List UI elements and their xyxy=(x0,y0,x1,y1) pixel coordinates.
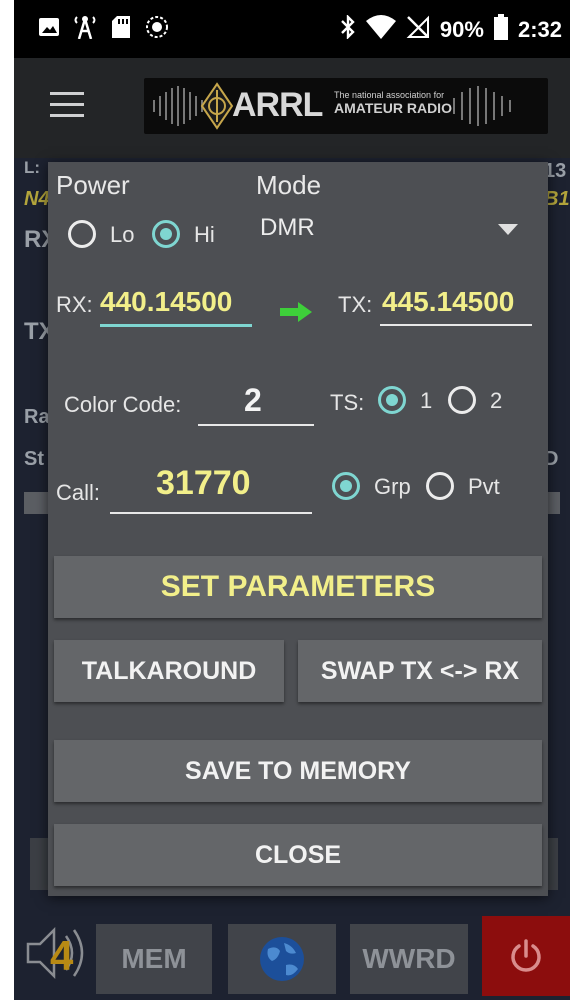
power-lo-label[interactable]: Lo xyxy=(110,222,134,248)
call-private-radio[interactable] xyxy=(426,472,454,500)
rx-frequency-input[interactable]: 440.14500 xyxy=(100,286,232,318)
ts-2-radio[interactable] xyxy=(448,386,476,414)
battery-percent: 90% xyxy=(439,17,484,42)
clock: 2:32 xyxy=(517,17,562,42)
mode-dropdown[interactable]: DMR xyxy=(258,212,518,248)
save-to-memory-button[interactable]: SAVE TO MEMORY xyxy=(54,740,542,802)
bg-row-st: St xyxy=(24,448,44,470)
no-sim-icon xyxy=(406,15,430,45)
app-toolbar: ARRL The national association for AMATEU… xyxy=(14,58,570,158)
call-group-radio[interactable] xyxy=(332,472,360,500)
banner-tagline-main: AMATEUR RADIO xyxy=(334,100,452,116)
arrl-diamond-logo-icon xyxy=(200,82,234,130)
mode-label: Mode xyxy=(256,170,322,200)
wwrd-button[interactable]: WWRD xyxy=(350,924,468,994)
call-id-input[interactable]: 31770 xyxy=(156,464,251,503)
bluetooth-icon xyxy=(340,14,356,45)
power-button[interactable] xyxy=(482,916,570,996)
mem-button[interactable]: MEM xyxy=(96,924,212,994)
globe-button[interactable] xyxy=(228,924,336,994)
swap-tx-rx-button[interactable]: SWAP TX <-> RX xyxy=(298,640,542,702)
ts-2-label[interactable]: 2 xyxy=(490,388,502,414)
talkaround-button[interactable]: TALKAROUND xyxy=(54,640,284,702)
banner-tagline: The national association for AMATEUR RAD… xyxy=(334,90,452,116)
app-screen: 90% 2:32 ARRL The national association f… xyxy=(14,0,570,1000)
sd-card-icon xyxy=(110,16,132,38)
banner-tagline-small: The national association for xyxy=(334,90,445,100)
hamburger-menu-icon[interactable] xyxy=(50,92,84,120)
arrow-right-icon xyxy=(280,302,312,322)
chevron-down-icon xyxy=(498,224,518,235)
color-code-input[interactable]: 2 xyxy=(244,382,262,419)
volume-speaker-icon[interactable]: 4 xyxy=(22,918,92,988)
volume-level: 4 xyxy=(50,932,74,979)
bg-row-callsign: N4 xyxy=(24,188,50,210)
globe-icon xyxy=(260,937,304,981)
mode-value: DMR xyxy=(260,214,315,241)
sync-icon xyxy=(146,16,168,38)
banner-stripes-right xyxy=(453,86,511,126)
close-button[interactable]: CLOSE xyxy=(54,824,542,886)
rx-input-underline xyxy=(100,324,252,327)
arrl-banner: ARRL The national association for AMATEU… xyxy=(144,78,548,134)
ts-1-radio[interactable] xyxy=(378,386,406,414)
call-input-underline xyxy=(110,512,312,514)
ts-1-label[interactable]: 1 xyxy=(420,388,432,414)
power-icon xyxy=(511,939,541,972)
power-lo-radio[interactable] xyxy=(68,220,96,248)
power-hi-radio[interactable] xyxy=(152,220,180,248)
radio-tower-icon xyxy=(74,16,96,39)
bottom-nav: 4 MEM WWRD xyxy=(14,910,570,1000)
battery-icon xyxy=(493,14,508,46)
tx-input-underline xyxy=(380,324,532,326)
ts-label: TS: xyxy=(330,390,365,415)
bg-row-l: L: xyxy=(24,158,41,177)
power-label: Power xyxy=(56,170,130,200)
call-label: Call: xyxy=(56,480,101,505)
rx-label: RX: xyxy=(56,292,93,317)
bg-row-ra: Ra xyxy=(24,406,50,428)
call-group-label[interactable]: Grp xyxy=(374,474,411,500)
banner-title: ARRL xyxy=(232,86,323,124)
image-icon xyxy=(38,16,60,38)
power-hi-label[interactable]: Hi xyxy=(194,222,215,248)
set-parameters-button[interactable]: SET PARAMETERS xyxy=(54,556,542,618)
color-code-underline xyxy=(198,424,314,426)
tx-label: TX: xyxy=(338,292,373,317)
tx-frequency-input[interactable]: 445.14500 xyxy=(382,286,514,318)
call-private-label[interactable]: Pvt xyxy=(468,474,500,500)
color-code-label: Color Code: xyxy=(64,392,182,417)
status-bar: 90% 2:32 xyxy=(14,0,570,58)
set-parameters-dialog: Power Lo Hi Mode DMR RX: 440.14500 TX: 4… xyxy=(48,162,548,896)
wifi-icon xyxy=(365,15,396,45)
